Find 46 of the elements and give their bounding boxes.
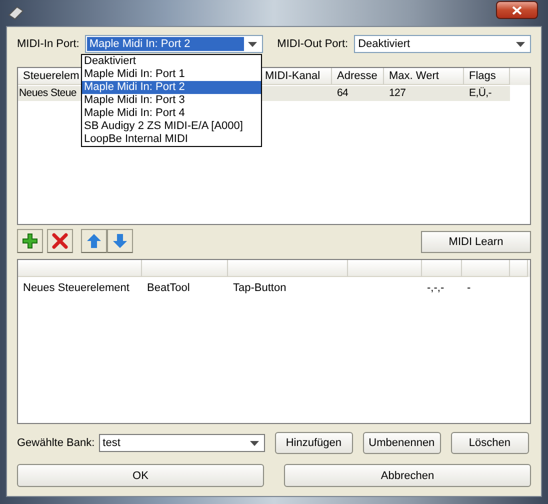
midi-out-label: MIDI-Out Port: [277, 38, 348, 50]
add-button[interactable] [17, 229, 43, 253]
table-cell-text: Neues Steue [18, 86, 78, 101]
column-header[interactable] [462, 260, 510, 277]
caret-icon [250, 440, 259, 446]
bank-button[interactable]: Hinzufügen [274, 432, 353, 454]
column-header[interactable]: Max. Wert [384, 68, 464, 85]
column-header[interactable]: Flags [464, 68, 510, 85]
close-icon [512, 6, 522, 14]
dialog-button[interactable]: OK [17, 464, 264, 487]
bank-label: Gewählte Bank: [17, 437, 95, 449]
table-cell-text: BeatTool [146, 281, 191, 296]
app-icon [8, 6, 24, 20]
midi-in-dropdown[interactable]: Maple Midi In: Port 2 [85, 35, 264, 53]
caret-icon [248, 42, 258, 46]
down-button[interactable] [107, 229, 133, 253]
close-button[interactable] [496, 1, 538, 19]
up-arrow-icon [86, 233, 102, 249]
down-arrow-icon [112, 233, 128, 249]
column-header[interactable] [18, 260, 142, 277]
column-header[interactable]: Adresse [332, 68, 384, 85]
plus-icon [22, 233, 38, 249]
bank-button[interactable]: Umbenennen [362, 432, 441, 454]
midi-learn-button[interactable]: MIDI Learn [421, 231, 531, 253]
close-icon [52, 233, 68, 249]
column-header[interactable] [422, 260, 462, 277]
table-cell-text: -,-,- [426, 281, 446, 296]
bank-dropdown[interactable]: test [98, 434, 265, 452]
column-header[interactable] [510, 260, 528, 277]
column-header[interactable] [348, 260, 422, 277]
bank-button[interactable]: Löschen [450, 432, 529, 454]
column-header[interactable] [142, 260, 228, 277]
dialog-button[interactable]: Abbrechen [284, 464, 531, 487]
caret-icon [516, 42, 525, 46]
table-cell-text: 127 [388, 86, 407, 101]
table-cell-text: - [466, 281, 472, 296]
up-button[interactable] [81, 229, 107, 253]
table-cell-text: 64 [336, 86, 350, 101]
column-header[interactable] [228, 260, 348, 277]
midi-in-label: MIDI-In Port: [17, 38, 80, 50]
midi-out-dropdown[interactable]: Deaktiviert [354, 35, 531, 53]
table-cell-text: Tap-Button [232, 281, 288, 296]
table-cell-text: Neues Steuerelement [22, 281, 130, 296]
dropdown-option[interactable]: Maple Midi In: Port 2 [82, 81, 261, 94]
table-cell-text: E,Ü,- [468, 86, 492, 101]
delete-button[interactable] [47, 229, 73, 253]
